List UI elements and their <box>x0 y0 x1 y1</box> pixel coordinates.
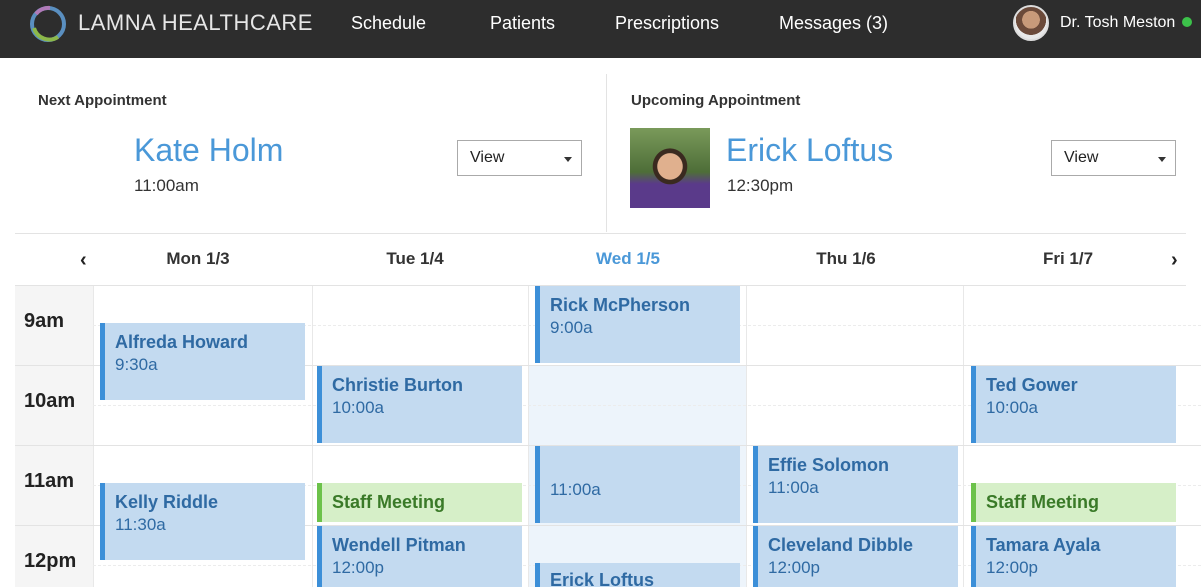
event-title: Ted Gower <box>986 375 1078 395</box>
top-navigation-bar: LAMNA HEALTHCARE Schedule Patients Presc… <box>0 0 1201 58</box>
upcoming-appointment-view-select[interactable]: View <box>1051 140 1176 176</box>
event-time: 12:00p <box>768 558 820 577</box>
event-time: 12:00p <box>986 558 1038 577</box>
event-title: Alfreda Howard <box>115 332 249 352</box>
upcoming-appointment-name[interactable]: Erick Loftus <box>726 132 893 169</box>
event-title: Staff Meeting <box>332 492 446 512</box>
calendar-event[interactable]: Rick McPherson 9:00a <box>535 286 740 363</box>
grid-column-line <box>746 286 747 587</box>
event-title: Wendell Pitman <box>332 535 466 555</box>
event-time: 11:00a <box>550 480 601 499</box>
chevron-right-icon[interactable]: › <box>1171 249 1178 272</box>
event-title: Christie Burton <box>332 375 464 395</box>
upcoming-appointment-time: 12:30pm <box>727 176 794 195</box>
next-appointment-time: 11:00am <box>134 176 199 195</box>
patient-photo <box>630 128 710 208</box>
event-time: 10:00a <box>986 398 1038 417</box>
view-select-label: View <box>1064 149 1099 166</box>
calendar-event[interactable]: Effie Solomon 11:00a <box>753 446 958 523</box>
staff-meeting-event[interactable]: Staff Meeting <box>971 483 1176 522</box>
calendar-event[interactable]: Ted Gower 10:00a <box>971 366 1176 443</box>
event-time: 9:30a <box>115 355 158 374</box>
nav-messages[interactable]: Messages (3) <box>779 13 888 34</box>
calendar-event[interactable]: Kelly Riddle 11:30a <box>100 483 305 560</box>
event-title: Kelly Riddle <box>115 492 219 512</box>
user-avatar[interactable] <box>1013 5 1049 41</box>
event-time: 9:00a <box>550 318 593 337</box>
hour-label-12pm: 12pm <box>24 550 77 572</box>
grid-column-line <box>528 286 529 587</box>
chevron-left-icon[interactable]: ‹ <box>80 249 87 272</box>
next-appointment-view-select[interactable]: View <box>457 140 582 176</box>
panel-divider <box>606 74 607 232</box>
calendar-event[interactable]: Wendell Pitman 12:00p <box>317 526 522 587</box>
calendar-event[interactable]: Christie Burton 10:00a <box>317 366 522 443</box>
brand-name: LAMNA HEALTHCARE <box>78 10 313 35</box>
event-title: Cleveland Dibble <box>768 535 914 555</box>
grid-column-line <box>312 286 313 587</box>
staff-meeting-event[interactable]: Staff Meeting <box>317 483 522 522</box>
nav-patients[interactable]: Patients <box>490 13 555 34</box>
event-time: 12:00p <box>332 558 384 577</box>
upcoming-appointment-label: Upcoming Appointment <box>631 92 801 109</box>
caret-down-icon <box>1158 157 1166 162</box>
grid-column-line <box>93 286 94 587</box>
calendar-event[interactable]: Tamara Ayala 12:00p <box>971 526 1176 587</box>
day-header-thu: Thu 1/6 <box>816 249 876 268</box>
hour-label-9am: 9am <box>24 310 65 332</box>
event-title: Effie Solomon <box>768 455 889 475</box>
user-name[interactable]: Dr. Tosh Meston <box>1060 14 1175 32</box>
hour-label-10am: 10am <box>24 390 76 412</box>
calendar-event[interactable]: 11:00a <box>535 446 740 523</box>
calendar-event[interactable]: Cleveland Dibble 12:00p <box>753 526 958 587</box>
next-appointment-name[interactable]: Kate Holm <box>134 132 283 169</box>
event-title: Erick Loftus <box>550 570 655 587</box>
calendar-event[interactable]: Erick Loftus <box>535 563 740 587</box>
day-header-wed-today: Wed 1/5 <box>596 249 660 268</box>
day-header-tue: Tue 1/4 <box>386 249 444 268</box>
grid-column-line <box>963 286 964 587</box>
ring-logo-icon[interactable] <box>28 4 68 44</box>
event-title: Rick McPherson <box>550 295 691 315</box>
event-title: Staff Meeting <box>986 492 1100 512</box>
nav-schedule[interactable]: Schedule <box>351 13 426 34</box>
view-select-label: View <box>470 149 505 166</box>
event-time: 10:00a <box>332 398 384 417</box>
day-header-mon: Mon 1/3 <box>166 249 230 268</box>
calendar-event[interactable]: Alfreda Howard 9:30a <box>100 323 305 400</box>
event-time: 11:30a <box>115 515 166 534</box>
event-title: Tamara Ayala <box>986 535 1101 555</box>
day-header-fri: Fri 1/7 <box>1042 249 1094 268</box>
caret-down-icon <box>564 157 572 162</box>
hour-label-11am: 11am <box>24 470 75 492</box>
online-status-icon <box>1182 17 1192 27</box>
next-appointment-label: Next Appointment <box>38 92 167 109</box>
event-time: 11:00a <box>768 478 819 497</box>
nav-prescriptions[interactable]: Prescriptions <box>615 13 719 34</box>
